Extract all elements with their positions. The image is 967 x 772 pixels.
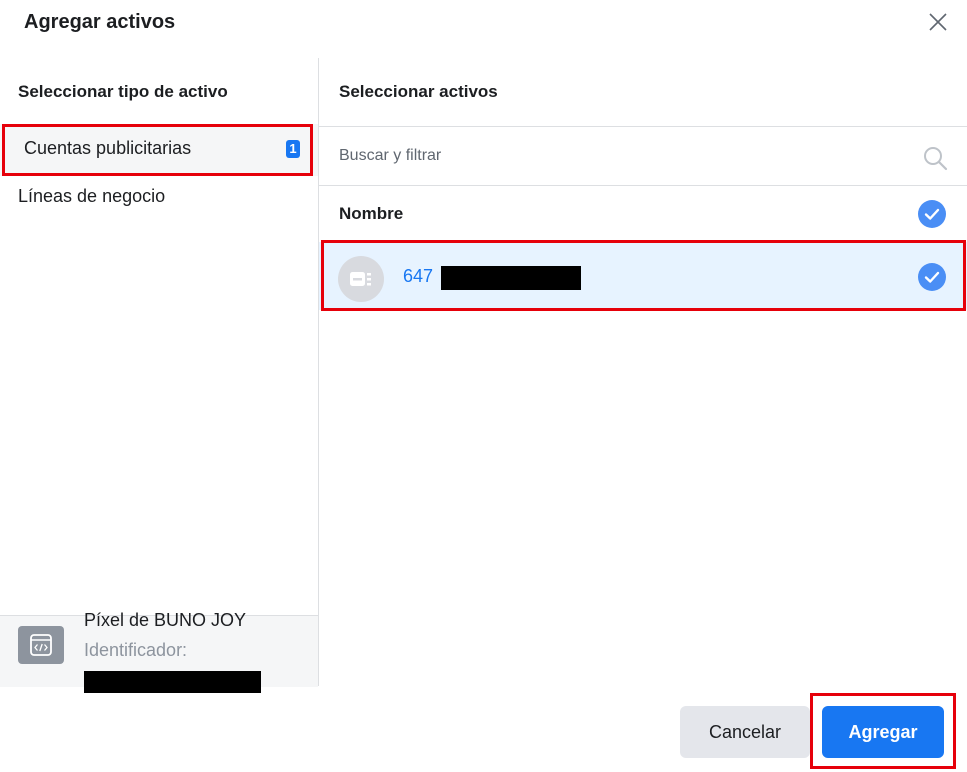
dialog-title: Agregar activos: [24, 11, 176, 33]
dialog-header: Agregar activos: [0, 0, 967, 58]
asset-type-label: Líneas de negocio: [18, 186, 166, 206]
asset-type-label: Cuentas publicitarias: [24, 138, 192, 158]
redacted-pixel-id: [84, 671, 261, 693]
code-window-icon: [18, 626, 64, 664]
ad-account-icon: [338, 256, 384, 302]
redacted-asset-id: [441, 266, 581, 290]
assets-heading: Seleccionar activos: [339, 82, 498, 101]
asset-type-business-lines[interactable]: Líneas de negocio: [0, 178, 318, 218]
search-bar: [319, 126, 967, 186]
add-assets-dialog: Agregar activos Seleccionar tipo de acti…: [0, 0, 967, 772]
asset-type-heading: Seleccionar tipo de activo: [18, 82, 228, 101]
name-column-label: Nombre: [339, 204, 404, 223]
add-button[interactable]: Agregar: [822, 706, 944, 758]
selected-check-icon[interactable]: [918, 263, 946, 291]
asset-type-ad-accounts[interactable]: Cuentas publicitarias 1: [0, 124, 318, 176]
search-icon[interactable]: [922, 145, 948, 171]
assets-panel: Seleccionar activos Nombre: [319, 58, 967, 686]
asset-row[interactable]: 647: [319, 242, 967, 310]
close-icon[interactable]: [926, 10, 950, 34]
pixel-info-card: Píxel de BUNO JOY Identificador:: [0, 610, 318, 693]
select-all-check-icon[interactable]: [918, 200, 946, 228]
asset-type-panel: Seleccionar tipo de activo Cuentas publi…: [0, 58, 319, 686]
pixel-id-label: Identificador:: [84, 640, 188, 660]
name-column-header: Nombre: [319, 186, 967, 242]
asset-name[interactable]: 647: [403, 266, 433, 287]
pixel-name: Píxel de BUNO JOY: [84, 610, 247, 630]
count-badge: 1: [286, 140, 300, 158]
search-input[interactable]: [339, 141, 909, 171]
cancel-button[interactable]: Cancelar: [680, 706, 810, 758]
